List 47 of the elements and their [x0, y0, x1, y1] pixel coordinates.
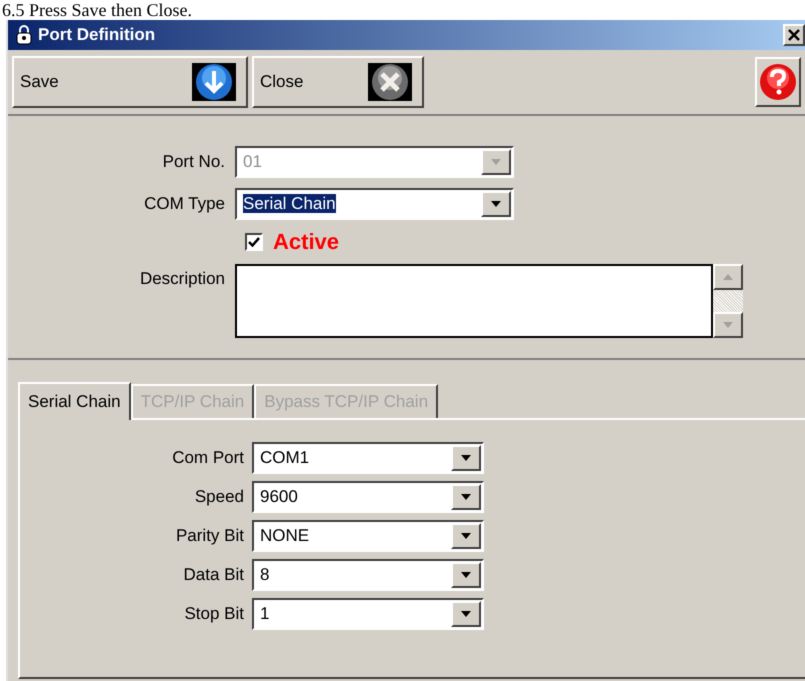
field-label: Com Port [171, 447, 244, 470]
window-title: Port Definition [38, 24, 156, 46]
document-heading: 6.5 Press Save then Close. [1, 0, 193, 20]
dropdown-field[interactable]: NONE [252, 520, 484, 552]
field-label: Stop Bit [183, 603, 244, 626]
field-label: COM Type [143, 193, 225, 216]
dropdown-button[interactable] [451, 523, 481, 549]
dropdown-field[interactable]: Serial Chain [235, 188, 514, 220]
check-icon [248, 237, 260, 247]
down-arrow-icon [461, 572, 471, 578]
checkbox[interactable] [245, 233, 263, 251]
down-arrow-icon [723, 322, 733, 328]
scrollbar[interactable] [713, 264, 743, 338]
down-arrow-icon [461, 533, 471, 539]
close-icon [788, 29, 800, 41]
dropdown-button[interactable] [451, 445, 481, 471]
dropdown-button[interactable] [451, 562, 481, 588]
dropdown-field[interactable]: 1 [252, 598, 484, 630]
description-field[interactable] [235, 264, 713, 338]
close-button[interactable] [783, 24, 805, 46]
padlock-icon [16, 25, 32, 45]
dropdown-field[interactable]: 8 [252, 559, 484, 591]
help-button[interactable] [755, 57, 801, 107]
close-icon [368, 63, 412, 101]
field-label: Parity Bit [174, 525, 244, 548]
up-arrow-icon [723, 274, 733, 280]
down-arrow-icon [461, 455, 471, 461]
field-label: Port No. [162, 151, 225, 174]
dropdown-button[interactable] [481, 191, 511, 217]
down-arrow-icon [491, 201, 501, 207]
down-arrow-icon [491, 159, 501, 165]
dropdown-button[interactable] [451, 484, 481, 510]
scroll-up-button[interactable] [713, 264, 743, 290]
tab[interactable]: Serial Chain [18, 382, 131, 420]
save-button[interactable]: Save [12, 56, 248, 108]
field-label: Data Bit [182, 564, 244, 586]
scroll-down-button[interactable] [713, 312, 743, 338]
field-label: Description [138, 268, 225, 290]
dropdown-button[interactable] [451, 601, 481, 627]
down-arrow-icon [461, 494, 471, 500]
down-arrow-icon [461, 611, 471, 617]
close-button[interactable]: Close [252, 56, 424, 108]
field-label: Speed [194, 486, 244, 508]
active-label: Active [273, 230, 340, 254]
dropdown-field[interactable]: COM1 [252, 442, 484, 474]
dropdown-field[interactable]: 9600 [252, 481, 484, 513]
help-icon [759, 63, 797, 101]
